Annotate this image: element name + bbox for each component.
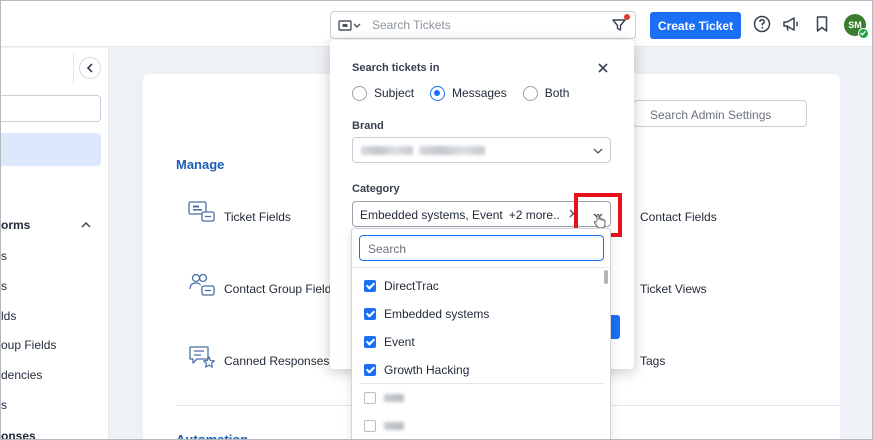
ticket-icon <box>338 20 361 31</box>
tags-link[interactable]: Tags <box>640 354 665 368</box>
category-values: Embedded systems, Event <box>360 208 503 222</box>
checkbox-checked[interactable] <box>364 364 376 376</box>
category-multiselect[interactable]: Embedded systems, Event +2 more.. <box>352 201 611 227</box>
sidebar-item[interactable]: oup Fields <box>1 338 56 352</box>
redacted-brand-value <box>361 146 413 155</box>
category-label: Category <box>352 183 400 195</box>
automation-section-title: Automation <box>176 432 249 440</box>
checkbox-checked[interactable] <box>364 308 376 320</box>
radio-label: Both <box>544 86 570 100</box>
category-option-redacted[interactable] <box>364 389 404 407</box>
category-selected-value: Embedded systems, Event +2 more.. <box>360 208 560 222</box>
contact-fields-link[interactable]: Contact Fields <box>640 210 717 224</box>
category-option-embedded-systems[interactable]: Embedded systems <box>364 305 489 323</box>
search-scope-radio-group: Subject Messages Both <box>352 84 585 102</box>
option-label: Event <box>384 335 415 349</box>
sidebar-group[interactable]: onses <box>1 429 36 439</box>
sidebar-item[interactable]: s <box>1 279 7 293</box>
sidebar-item[interactable]: s <box>1 398 7 412</box>
dropdown-group-divider <box>359 383 604 384</box>
announcement-icon[interactable] <box>782 15 800 33</box>
canned-responses-icon <box>189 346 215 368</box>
dropdown-divider <box>352 267 610 268</box>
radio-button[interactable] <box>522 85 538 101</box>
category-search-placeholder: Search <box>368 242 407 256</box>
category-option-directtrac[interactable]: DirectTrac <box>364 277 439 295</box>
app-window: Search Tickets Create Ticket SM orms s s… <box>0 0 873 440</box>
category-search-input[interactable]: Search <box>359 235 604 261</box>
redacted-option-label <box>384 394 404 402</box>
search-placeholder: Search Tickets <box>372 18 451 32</box>
brand-label: Brand <box>352 120 384 132</box>
category-dropdown-list: Search DirectTrac Embedded systems Event… <box>351 228 611 439</box>
sidebar-divider <box>73 54 74 84</box>
check-icon <box>860 30 866 36</box>
radio-button-selected[interactable] <box>430 85 446 101</box>
radio-both[interactable]: Both <box>522 85 570 101</box>
option-label: Growth Hacking <box>384 363 470 377</box>
option-label: DirectTrac <box>384 279 439 293</box>
option-label: Embedded systems <box>384 307 490 321</box>
filter-active-dot <box>624 14 630 20</box>
apply-button-edge[interactable] <box>610 315 620 339</box>
checkbox-checked[interactable] <box>364 280 376 292</box>
chevron-left-icon <box>86 63 93 73</box>
chevron-down-icon <box>593 148 603 154</box>
sidebar-item[interactable]: lds <box>1 309 16 323</box>
contact-group-fields-icon <box>189 273 215 296</box>
sidebar-search-input[interactable] <box>1 95 101 122</box>
contact-group-fields-link[interactable]: Contact Group Fields <box>224 282 337 296</box>
close-icon[interactable] <box>596 61 610 75</box>
radio-subject[interactable]: Subject <box>352 85 415 101</box>
ticket-fields-icon <box>188 201 215 222</box>
category-more-count: +2 more.. <box>508 208 560 222</box>
search-type-selector[interactable] <box>338 18 362 34</box>
redacted-brand-value <box>419 146 485 155</box>
hand-cursor-icon <box>593 213 606 229</box>
radio-messages[interactable]: Messages <box>430 85 507 101</box>
canned-responses-link[interactable]: Canned Responses <box>224 354 329 368</box>
dropdown-scrollbar[interactable] <box>604 270 608 284</box>
sidebar-item-active[interactable] <box>1 133 101 166</box>
search-tickets-in-label: Search tickets in <box>352 62 440 74</box>
ticket-fields-link[interactable]: Ticket Fields <box>224 210 291 224</box>
manage-section-title: Manage <box>176 157 225 172</box>
ticket-search-bar[interactable]: Search Tickets <box>330 11 636 39</box>
checkbox-unchecked[interactable] <box>364 392 376 404</box>
admin-settings-search-input[interactable]: Search Admin Settings <box>633 100 807 127</box>
bookmark-icon[interactable] <box>813 15 831 33</box>
online-status-badge <box>858 28 869 39</box>
radio-label: Messages <box>452 86 507 100</box>
sidebar-group-forms[interactable]: orms <box>1 218 30 232</box>
collapse-sidebar-button[interactable] <box>79 57 101 79</box>
sidebar-item[interactable]: s <box>1 249 7 263</box>
brand-select[interactable] <box>352 137 611 163</box>
radio-label: Subject <box>374 86 415 100</box>
help-icon[interactable] <box>753 15 771 33</box>
redacted-option-label <box>384 422 404 430</box>
category-option-event[interactable]: Event <box>364 333 415 351</box>
admin-sidebar: orms s s lds oup Fields dencies s onses <box>1 48 109 439</box>
chevron-up-icon[interactable] <box>80 220 92 230</box>
checkbox-checked[interactable] <box>364 336 376 348</box>
radio-button[interactable] <box>352 85 367 101</box>
sidebar-item[interactable]: dencies <box>1 368 42 382</box>
category-option-redacted[interactable] <box>364 417 404 435</box>
category-option-growth-hacking[interactable]: Growth Hacking <box>364 361 469 379</box>
admin-search-placeholder: Search Admin Settings <box>650 108 772 122</box>
create-ticket-button[interactable]: Create Ticket <box>650 12 741 39</box>
checkbox-unchecked[interactable] <box>364 420 376 432</box>
ticket-views-link[interactable]: Ticket Views <box>640 282 707 296</box>
